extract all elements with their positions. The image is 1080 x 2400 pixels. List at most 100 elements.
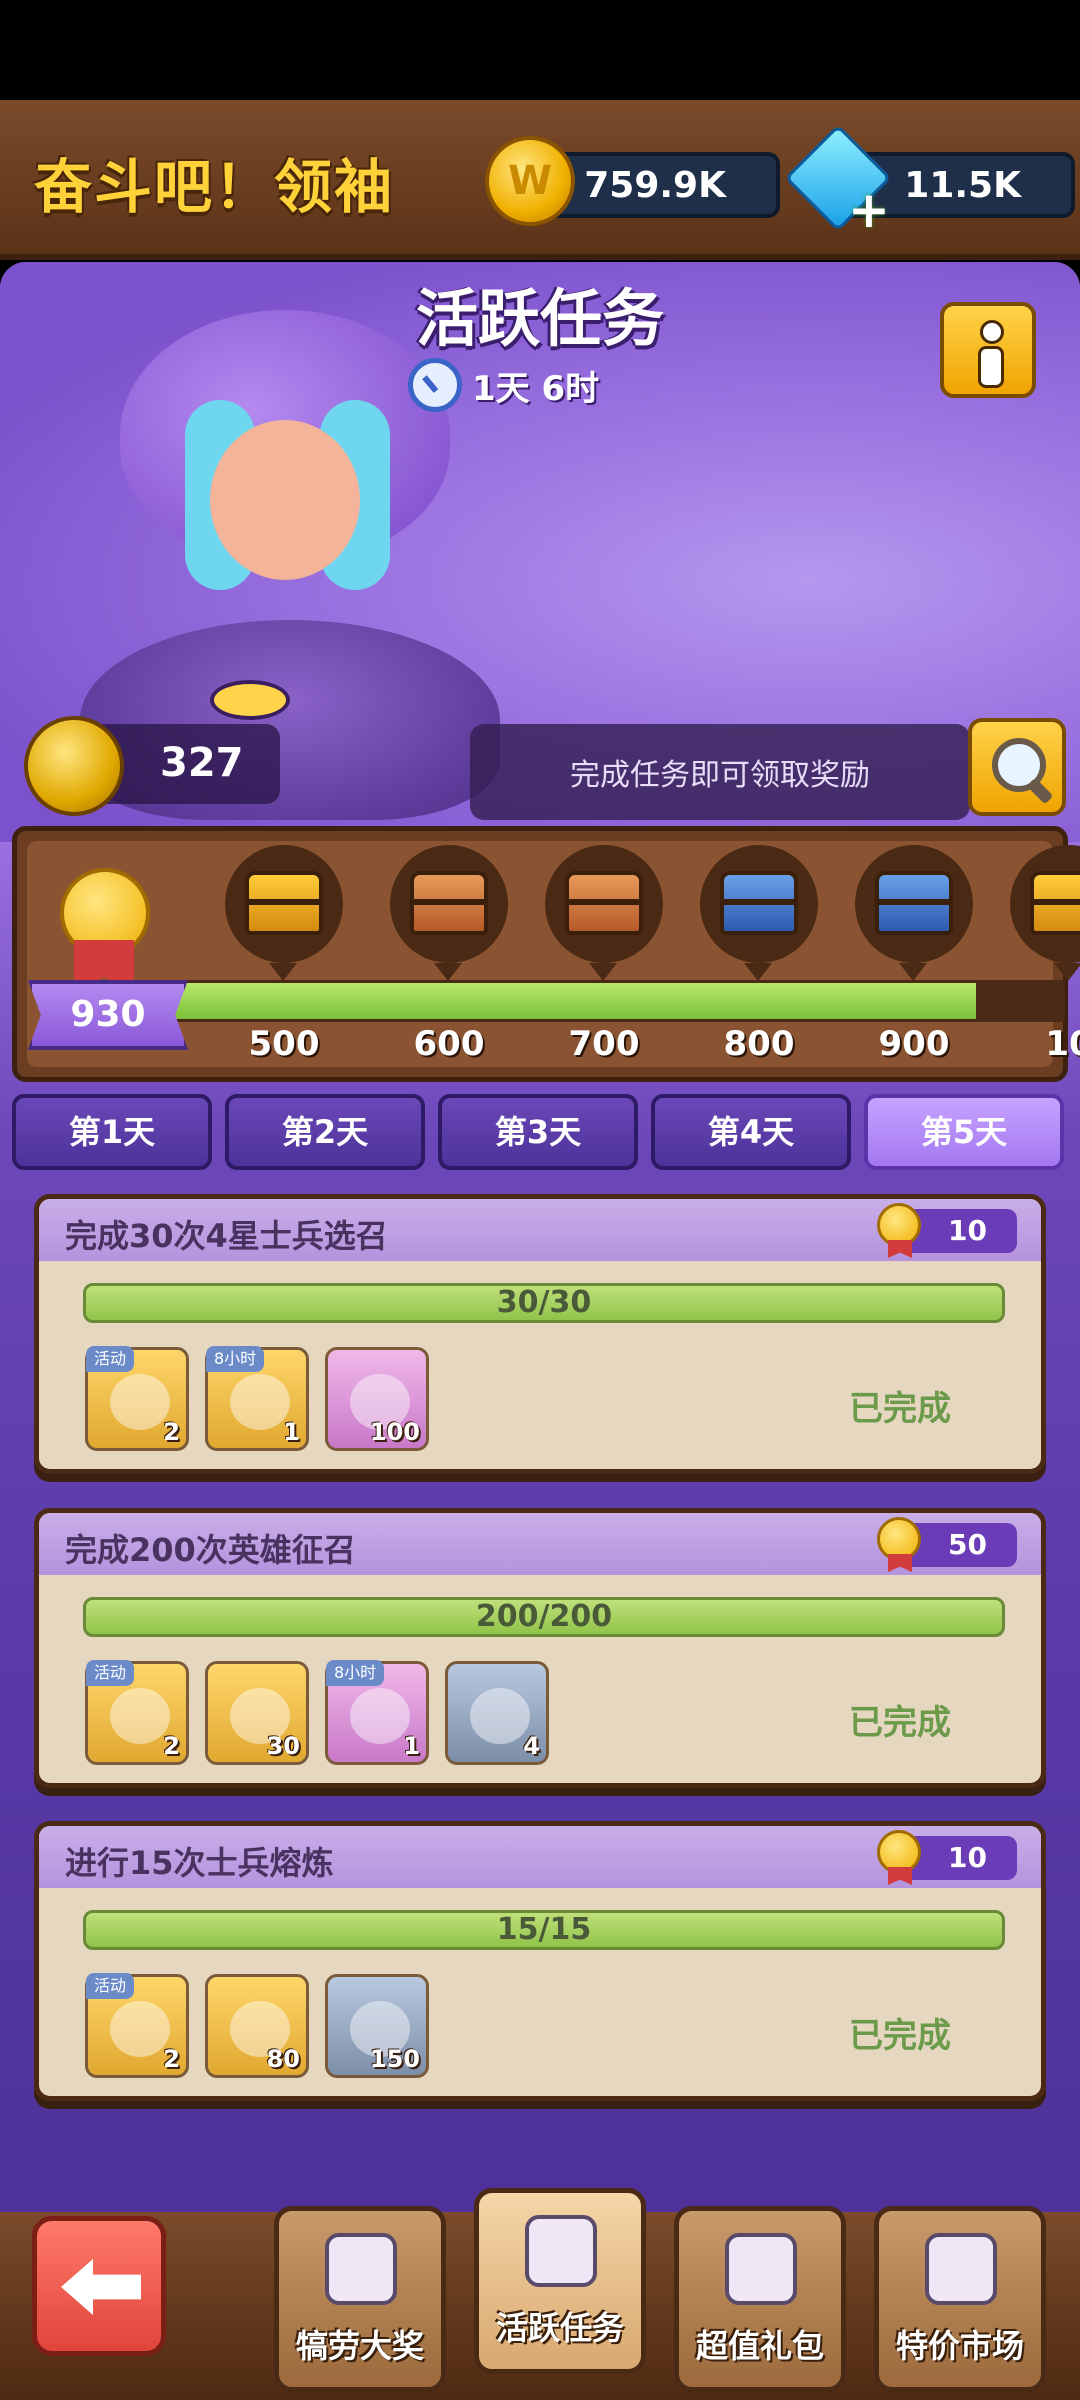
reward-item[interactable]: 30 [205, 1661, 309, 1765]
info-button[interactable] [940, 302, 1036, 398]
dragon-eye [210, 680, 290, 720]
milestone-label: 800 [723, 1024, 795, 1064]
reward-item[interactable]: 80 [205, 1974, 309, 2078]
milestone-label: 700 [568, 1024, 640, 1064]
nav-icon [325, 2233, 397, 2305]
item-quantity: 1 [403, 1732, 420, 1760]
reward-item-icon [110, 2001, 170, 2057]
tab-day-1[interactable]: 第1天 [12, 1094, 212, 1170]
task-title: 完成30次4星士兵选召 [65, 1217, 388, 1255]
chest-slot[interactable] [545, 845, 663, 981]
milestone-label: 600 [413, 1024, 485, 1064]
medal-icon [877, 1830, 921, 1874]
nav-reward-button[interactable]: 犒劳大奖 [274, 2206, 446, 2392]
item-quantity: 2 [163, 2045, 180, 2073]
reward-item-icon [110, 1374, 170, 1430]
item-tag: 8小时 [206, 1346, 265, 1372]
event-timer: 1天 6时 [408, 358, 599, 412]
reward-chest-icon [245, 871, 323, 935]
item-tag: 8小时 [326, 1660, 385, 1686]
nav-icon [925, 2233, 997, 2305]
task-title: 进行15次士兵熔炼 [65, 1844, 334, 1882]
hint-text: 完成任务即可领取奖励 [470, 724, 970, 820]
hero-face [210, 420, 360, 580]
back-arrow-icon [61, 2259, 141, 2315]
chest-slot[interactable] [700, 845, 818, 981]
task-card: 进行15次士兵熔炼 10 15/15 活动 2 80 150 已完成 [34, 1821, 1046, 2101]
item-tag: 活动 [86, 1346, 135, 1372]
item-quantity: 2 [163, 1418, 180, 1446]
reward-chest-icon [565, 871, 643, 935]
clock-icon [408, 358, 462, 412]
nav-label: 超值礼包 [695, 2327, 824, 2365]
reward-item[interactable]: 8小时 1 [325, 1660, 429, 1765]
tab-day-2[interactable]: 第2天 [225, 1094, 425, 1170]
back-button[interactable] [32, 2216, 166, 2356]
points-value: 327 [160, 740, 244, 786]
reward-item[interactable]: 4 [445, 1661, 549, 1765]
item-quantity: 1 [283, 1418, 300, 1446]
track-progress-fill [175, 983, 976, 1019]
item-tag: 活动 [86, 1660, 135, 1686]
medal-icon [877, 1203, 921, 1247]
reward-item-icon [230, 1374, 290, 1430]
task-progress: 15/15 [83, 1910, 1005, 1950]
reward-item[interactable]: 8小时 1 [205, 1346, 309, 1451]
item-tag: 活动 [86, 1973, 135, 1999]
tab-day-5[interactable]: 第5天 [864, 1094, 1064, 1170]
task-status: 已完成 [849, 1389, 951, 1429]
item-quantity: 30 [266, 1732, 300, 1760]
task-status: 已完成 [849, 2016, 951, 2056]
task-card: 完成200次英雄征召 50 200/200 活动 2 30 8小时 1 4 已完成 [34, 1508, 1046, 1788]
game-title: 奋斗吧！领袖 [34, 153, 395, 221]
nav-icon [525, 2215, 597, 2287]
task-status: 已完成 [849, 1703, 951, 1743]
item-quantity: 4 [523, 1732, 540, 1760]
add-gems-icon[interactable]: + [848, 185, 890, 235]
item-quantity: 80 [266, 2045, 300, 2073]
item-quantity: 2 [163, 1732, 180, 1760]
reward-item[interactable]: 活动 2 [85, 1973, 189, 2078]
reward-item-icon [110, 1688, 170, 1744]
activity-coin-icon [24, 716, 124, 816]
milestone-label: 10 [1045, 1024, 1080, 1064]
chest-slot[interactable] [855, 845, 973, 981]
top-bar: 奋斗吧！领袖 759.9K 11.5K + [0, 100, 1080, 260]
task-title: 完成200次英雄征召 [65, 1531, 356, 1569]
search-button[interactable] [968, 718, 1066, 816]
reward-item[interactable]: 150 [325, 1974, 429, 2078]
task-progress: 200/200 [83, 1597, 1005, 1637]
item-quantity: 150 [369, 2045, 420, 2073]
reward-item-icon [350, 1688, 410, 1744]
current-score: 930 [28, 980, 188, 1050]
nav-label: 特价市场 [895, 2327, 1024, 2365]
status-bar [0, 0, 1080, 100]
tab-day-4[interactable]: 第4天 [651, 1094, 851, 1170]
reward-chest-icon [410, 871, 488, 935]
nav-label: 活跃任务 [495, 2309, 624, 2347]
reward-item-icon [470, 1688, 530, 1744]
task-progress: 30/30 [83, 1283, 1005, 1323]
timer-text: 1天 6时 [472, 368, 600, 409]
coin-icon [485, 136, 575, 226]
tab-day-3[interactable]: 第3天 [438, 1094, 638, 1170]
milestone-label: 500 [248, 1024, 320, 1064]
milestone-label: 900 [878, 1024, 950, 1064]
nav-label: 犒劳大奖 [295, 2327, 424, 2365]
nav-active-tasks-button[interactable]: 活跃任务 [474, 2188, 646, 2374]
task-card: 完成30次4星士兵选召 10 30/30 活动 2 8小时 1 100 已完成 [34, 1194, 1046, 1474]
reward-item[interactable]: 活动 2 [85, 1660, 189, 1765]
reward-chest-icon [720, 871, 798, 935]
reward-item[interactable]: 活动 2 [85, 1346, 189, 1451]
reward-item[interactable]: 100 [325, 1347, 429, 1451]
nav-icon [725, 2233, 797, 2305]
item-quantity: 100 [369, 1418, 420, 1446]
reward-chest-icon [1030, 871, 1080, 935]
page-title: 活跃任务 [415, 282, 664, 355]
nav-gift-pack-button[interactable]: 超值礼包 [674, 2206, 846, 2392]
chest-slot[interactable] [225, 845, 343, 981]
chest-slot[interactable] [390, 845, 508, 981]
nav-market-button[interactable]: 特价市场 [874, 2206, 1046, 2392]
medal-icon [877, 1517, 921, 1561]
reward-chest-icon [875, 871, 953, 935]
